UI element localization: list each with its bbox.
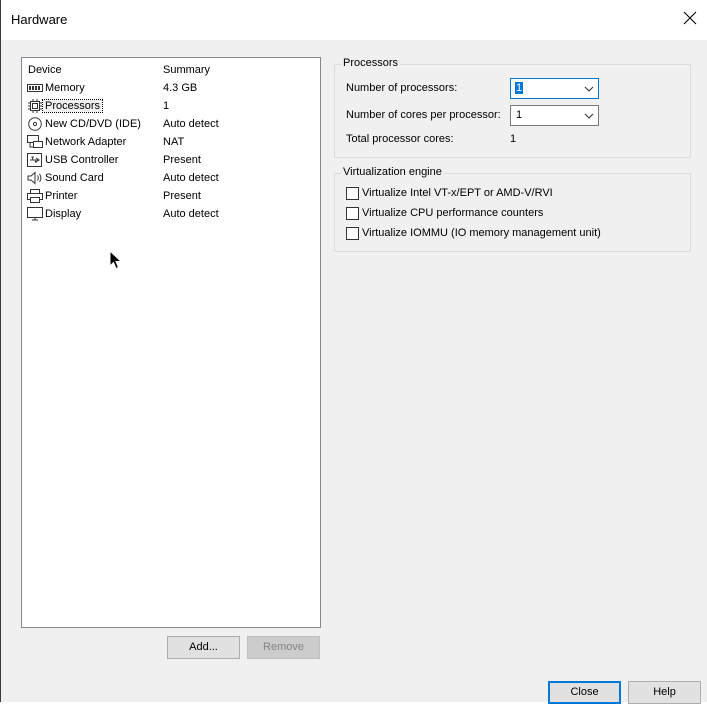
num-processors-value: 1 [515, 82, 524, 94]
cores-per-processor-select[interactable]: 1 [510, 105, 599, 126]
processor-icon [28, 99, 42, 113]
device-name: Network Adapter [45, 136, 127, 148]
device-name: New CD/DVD (IDE) [45, 118, 141, 130]
device-row-memory[interactable]: Memory 4.3 GB [24, 80, 320, 98]
device-summary: Auto detect [163, 208, 219, 220]
close-icon[interactable] [683, 11, 697, 25]
device-row-network-adapter[interactable]: Network Adapter NAT [24, 134, 320, 152]
device-summary: Auto detect [163, 172, 219, 184]
num-processors-label: Number of processors: [346, 82, 458, 94]
virtualize-iommu-label: Virtualize IOMMU (IO memory management u… [362, 227, 601, 239]
device-name: Display [45, 208, 82, 220]
device-name: USB Controller [45, 154, 119, 166]
virtualize-perf-counters-label: Virtualize CPU performance counters [362, 207, 544, 219]
monitor-icon [27, 207, 43, 221]
device-summary: Present [163, 190, 201, 202]
device-row-printer[interactable]: Printer Present [24, 188, 320, 206]
virtualize-vtx-label: Virtualize Intel VT-x/EPT or AMD-V/RVI [362, 187, 553, 199]
device-list[interactable]: Device Summary Memory 4.3 GB Processors … [21, 57, 321, 628]
cd-dvd-icon [28, 117, 42, 131]
device-summary: 4.3 GB [163, 82, 198, 94]
remove-button[interactable]: Remove [247, 636, 320, 659]
device-row-processors[interactable]: Processors 1 [24, 98, 320, 116]
device-row-usb-controller[interactable]: USB Controller Present [24, 152, 320, 170]
device-summary: 1 [163, 100, 170, 112]
device-name: Sound Card [45, 172, 104, 184]
cores-per-processor-label: Number of cores per processor: [346, 109, 501, 121]
device-row-sound-card[interactable]: Sound Card Auto detect [24, 170, 320, 188]
device-list-header: Device Summary [28, 64, 320, 78]
device-name: Processors [41, 99, 104, 113]
title-bar: Hardware [1, 0, 707, 40]
num-processors-select[interactable]: 1 [510, 78, 599, 99]
printer-icon [27, 189, 43, 203]
device-name: Memory [45, 82, 85, 94]
processors-group-label: Processors [341, 57, 401, 69]
add-button[interactable]: Add... [167, 636, 240, 659]
virtualize-perf-counters-checkbox[interactable] [346, 207, 359, 220]
network-adapter-icon [27, 135, 43, 148]
virtualize-vtx-checkbox[interactable] [346, 187, 359, 200]
device-row-display[interactable]: Display Auto detect [24, 206, 320, 224]
device-row-cd-dvd[interactable]: New CD/DVD (IDE) Auto detect [24, 116, 320, 134]
total-cores-label: Total processor cores: [346, 133, 454, 145]
cores-per-processor-value: 1 [516, 109, 523, 121]
close-button[interactable]: Close [548, 681, 621, 704]
device-summary: Auto detect [163, 118, 219, 130]
virtualize-iommu-checkbox[interactable] [346, 227, 359, 240]
chevron-down-icon [584, 86, 594, 92]
hardware-dialog: Hardware Device Summary Memory 4.3 GB Pr… [0, 0, 707, 704]
chevron-down-icon [584, 113, 594, 119]
help-button[interactable]: Help [628, 681, 701, 704]
device-summary: Present [163, 154, 201, 166]
memory-icon [27, 84, 43, 92]
total-cores-value: 1 [510, 133, 517, 145]
column-header-device[interactable]: Device [28, 64, 62, 76]
device-summary: NAT [163, 136, 185, 148]
virtualization-group-label: Virtualization engine [341, 166, 444, 178]
usb-icon [27, 153, 42, 167]
device-name: Printer [45, 190, 78, 202]
mouse-pointer-icon [109, 250, 123, 270]
column-header-summary[interactable]: Summary [163, 64, 210, 76]
speaker-icon [27, 171, 42, 185]
window-title: Hardware [11, 12, 68, 27]
